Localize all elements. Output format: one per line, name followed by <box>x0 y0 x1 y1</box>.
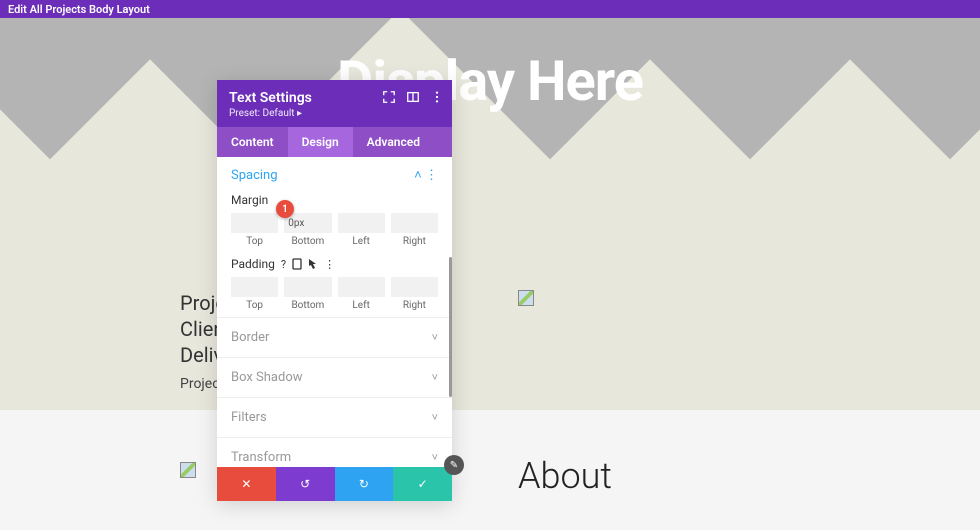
margin-right-cell: Right <box>391 213 438 247</box>
spacing-section-header[interactable]: Spacing ˄ ⋮ <box>217 157 452 189</box>
spacing-label: Spacing <box>231 168 278 183</box>
padding-left-input[interactable] <box>338 277 385 297</box>
modal-header-icons <box>382 90 444 104</box>
margin-bottom-input[interactable] <box>284 213 331 233</box>
chevron-down-icon: ˅ <box>432 331 438 344</box>
chevron-down-icon: ˅ <box>432 451 438 464</box>
hover-icon[interactable] <box>308 258 318 270</box>
margin-top-label: Top <box>231 236 278 247</box>
margin-label: Margin <box>217 189 452 211</box>
scrollbar[interactable] <box>449 257 452 397</box>
padding-label-row: Padding ? ⋮ <box>217 253 452 275</box>
transform-label: Transform <box>231 450 291 465</box>
close-icon: ✕ <box>241 477 251 491</box>
cancel-button[interactable]: ✕ <box>217 467 276 501</box>
text-settings-modal: Text Settings Preset: Default ▸ Content … <box>217 80 452 501</box>
tab-advanced[interactable]: Advanced <box>353 127 434 157</box>
top-bar: Edit All Projects Body Layout <box>0 0 980 18</box>
box-shadow-label: Box Shadow <box>231 370 303 385</box>
box-shadow-section[interactable]: Box Shadow ˅ <box>217 357 452 397</box>
margin-left-cell: ⧉ Left <box>338 213 385 247</box>
pencil-icon: ✎ <box>450 460 458 471</box>
modal-header[interactable]: Text Settings Preset: Default ▸ <box>217 80 452 127</box>
filters-label: Filters <box>231 410 267 425</box>
undo-icon: ↺ <box>300 477 310 491</box>
padding-label: Padding <box>231 257 275 271</box>
padding-top-input[interactable] <box>231 277 278 297</box>
tab-design[interactable]: Design <box>288 127 353 157</box>
save-button[interactable]: ✓ <box>393 467 452 501</box>
chevron-down-icon: ˅ <box>432 411 438 424</box>
margin-bottom-cell: Bottom <box>284 213 331 247</box>
filters-section[interactable]: Filters ˅ <box>217 397 452 437</box>
modal-panel: Spacing ˄ ⋮ Margin Top Bottom ⧉ Left Rig… <box>217 157 452 467</box>
border-label: Border <box>231 330 269 345</box>
margin-bottom-label: Bottom <box>284 236 331 247</box>
broken-image-icon <box>180 462 196 478</box>
padding-right-label: Right <box>391 300 438 311</box>
about-heading: About <box>518 455 612 497</box>
margin-top-cell: Top <box>231 213 278 247</box>
preview-icon[interactable] <box>406 90 420 104</box>
tab-content[interactable]: Content <box>217 127 288 157</box>
margin-left-label: Left <box>338 236 385 247</box>
margin-grid: Top Bottom ⧉ Left Right <box>217 211 452 253</box>
transform-section[interactable]: Transform ˅ <box>217 437 452 467</box>
annotation-marker-1: 1 <box>276 200 294 218</box>
border-section[interactable]: Border ˅ <box>217 317 452 357</box>
undo-button[interactable]: ↺ <box>276 467 335 501</box>
redo-icon: ↻ <box>359 477 369 491</box>
margin-left-input[interactable] <box>338 213 385 233</box>
edit-badge[interactable]: ✎ <box>444 455 464 475</box>
margin-top-input[interactable] <box>231 213 278 233</box>
padding-bottom-cell: Bottom <box>284 277 331 311</box>
broken-image-icon <box>518 290 534 306</box>
padding-bottom-label: Bottom <box>284 300 331 311</box>
more-icon[interactable] <box>430 90 444 104</box>
chevron-up-icon: ˄ ⋮ <box>414 167 438 183</box>
padding-right-cell: Right <box>391 277 438 311</box>
chevron-down-icon: ˅ <box>432 371 438 384</box>
modal-preset[interactable]: Preset: Default ▸ <box>229 108 440 119</box>
expand-icon[interactable] <box>382 90 396 104</box>
check-icon: ✓ <box>418 477 428 491</box>
padding-top-label: Top <box>231 300 278 311</box>
kebab-icon[interactable]: ⋮ <box>324 258 335 271</box>
padding-top-cell: ⧉ Top <box>231 277 278 311</box>
padding-left-label: Left <box>338 300 385 311</box>
bottom-strip <box>0 410 980 530</box>
redo-button[interactable]: ↻ <box>335 467 394 501</box>
padding-bottom-input[interactable] <box>284 277 331 297</box>
margin-right-input[interactable] <box>391 213 438 233</box>
top-bar-title: Edit All Projects Body Layout <box>8 3 150 16</box>
help-icon[interactable]: ? <box>281 258 286 271</box>
padding-grid: ⧉ Top Bottom ⧉ Left Right <box>217 275 452 317</box>
mobile-icon[interactable] <box>292 258 302 270</box>
modal-footer: ✕ ↺ ↻ ✓ <box>217 467 452 501</box>
hero-title: Display Here <box>0 48 980 114</box>
margin-right-label: Right <box>391 236 438 247</box>
padding-right-input[interactable] <box>391 277 438 297</box>
padding-left-cell: ⧉ Left <box>338 277 385 311</box>
modal-tabs: Content Design Advanced <box>217 127 452 157</box>
hero-section: Display Here <box>0 18 980 248</box>
